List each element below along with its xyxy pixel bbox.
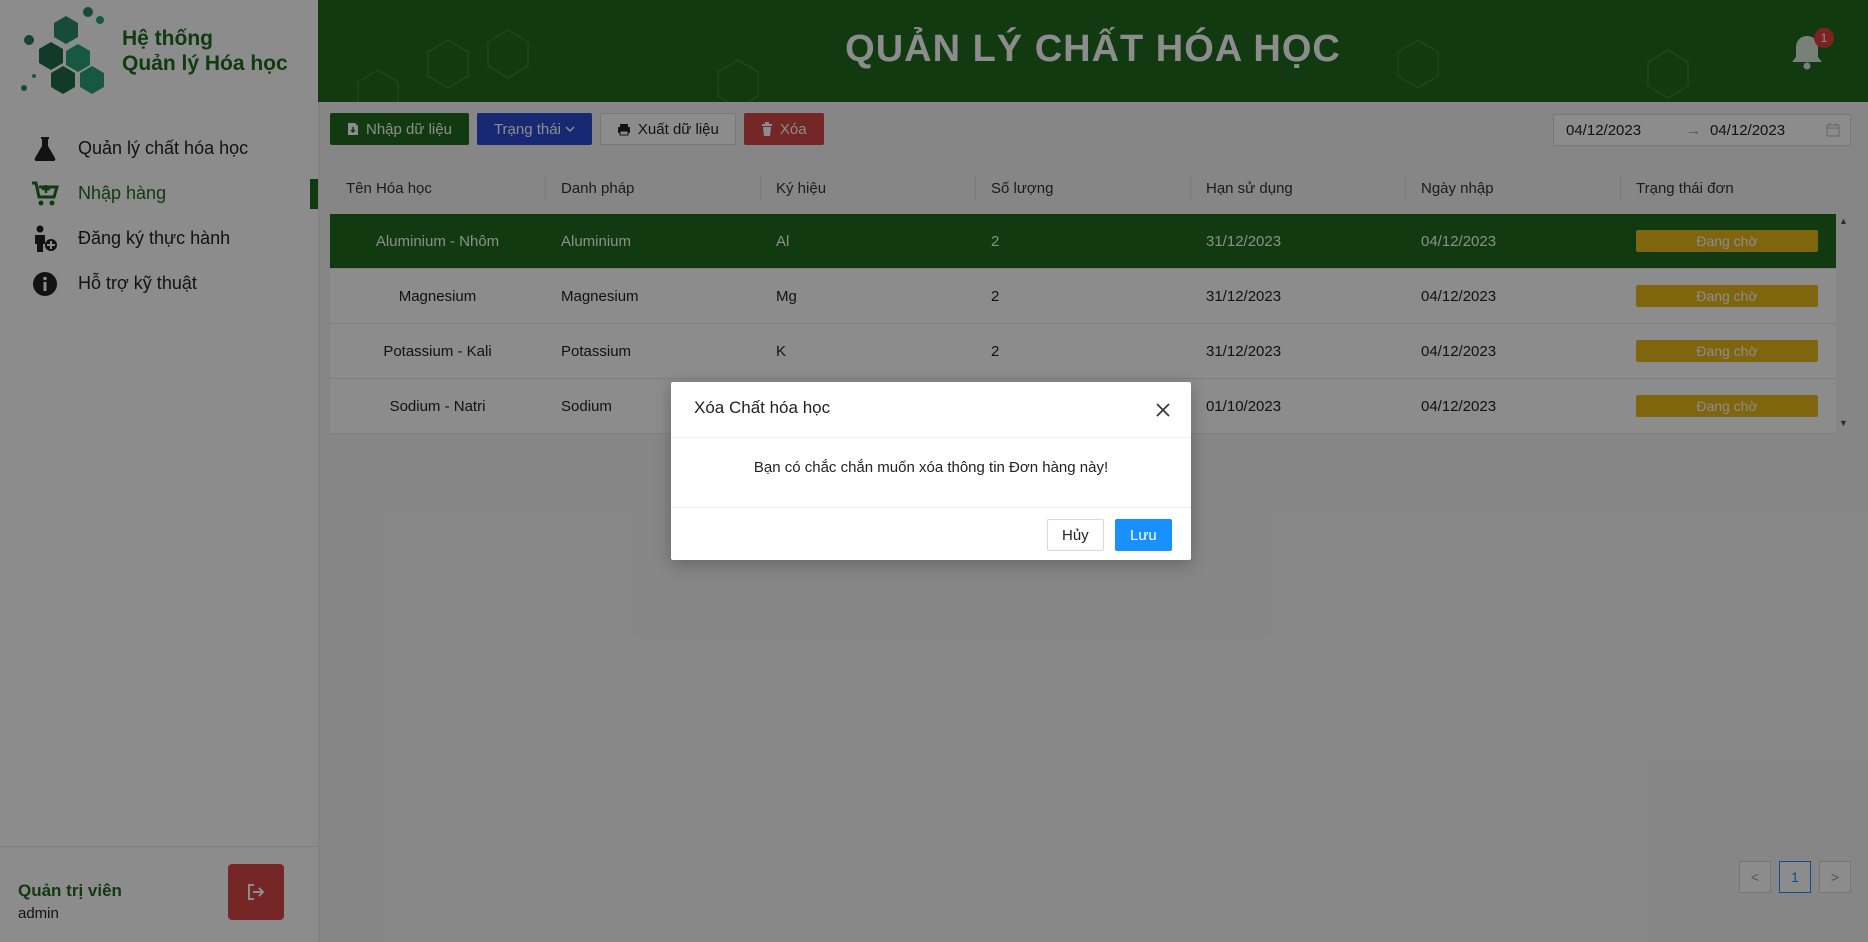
delete-confirm-dialog: Xóa Chất hóa học Bạn có chắc chắn muốn x… (671, 382, 1191, 560)
dialog-message: Bạn có chắc chắn muốn xóa thông tin Đơn … (753, 459, 1109, 476)
save-button[interactable]: Lưu (1115, 519, 1172, 551)
cancel-button[interactable]: Hủy (1047, 519, 1104, 551)
dialog-title: Xóa Chất hóa học (694, 398, 831, 417)
close-icon[interactable] (1155, 402, 1171, 418)
